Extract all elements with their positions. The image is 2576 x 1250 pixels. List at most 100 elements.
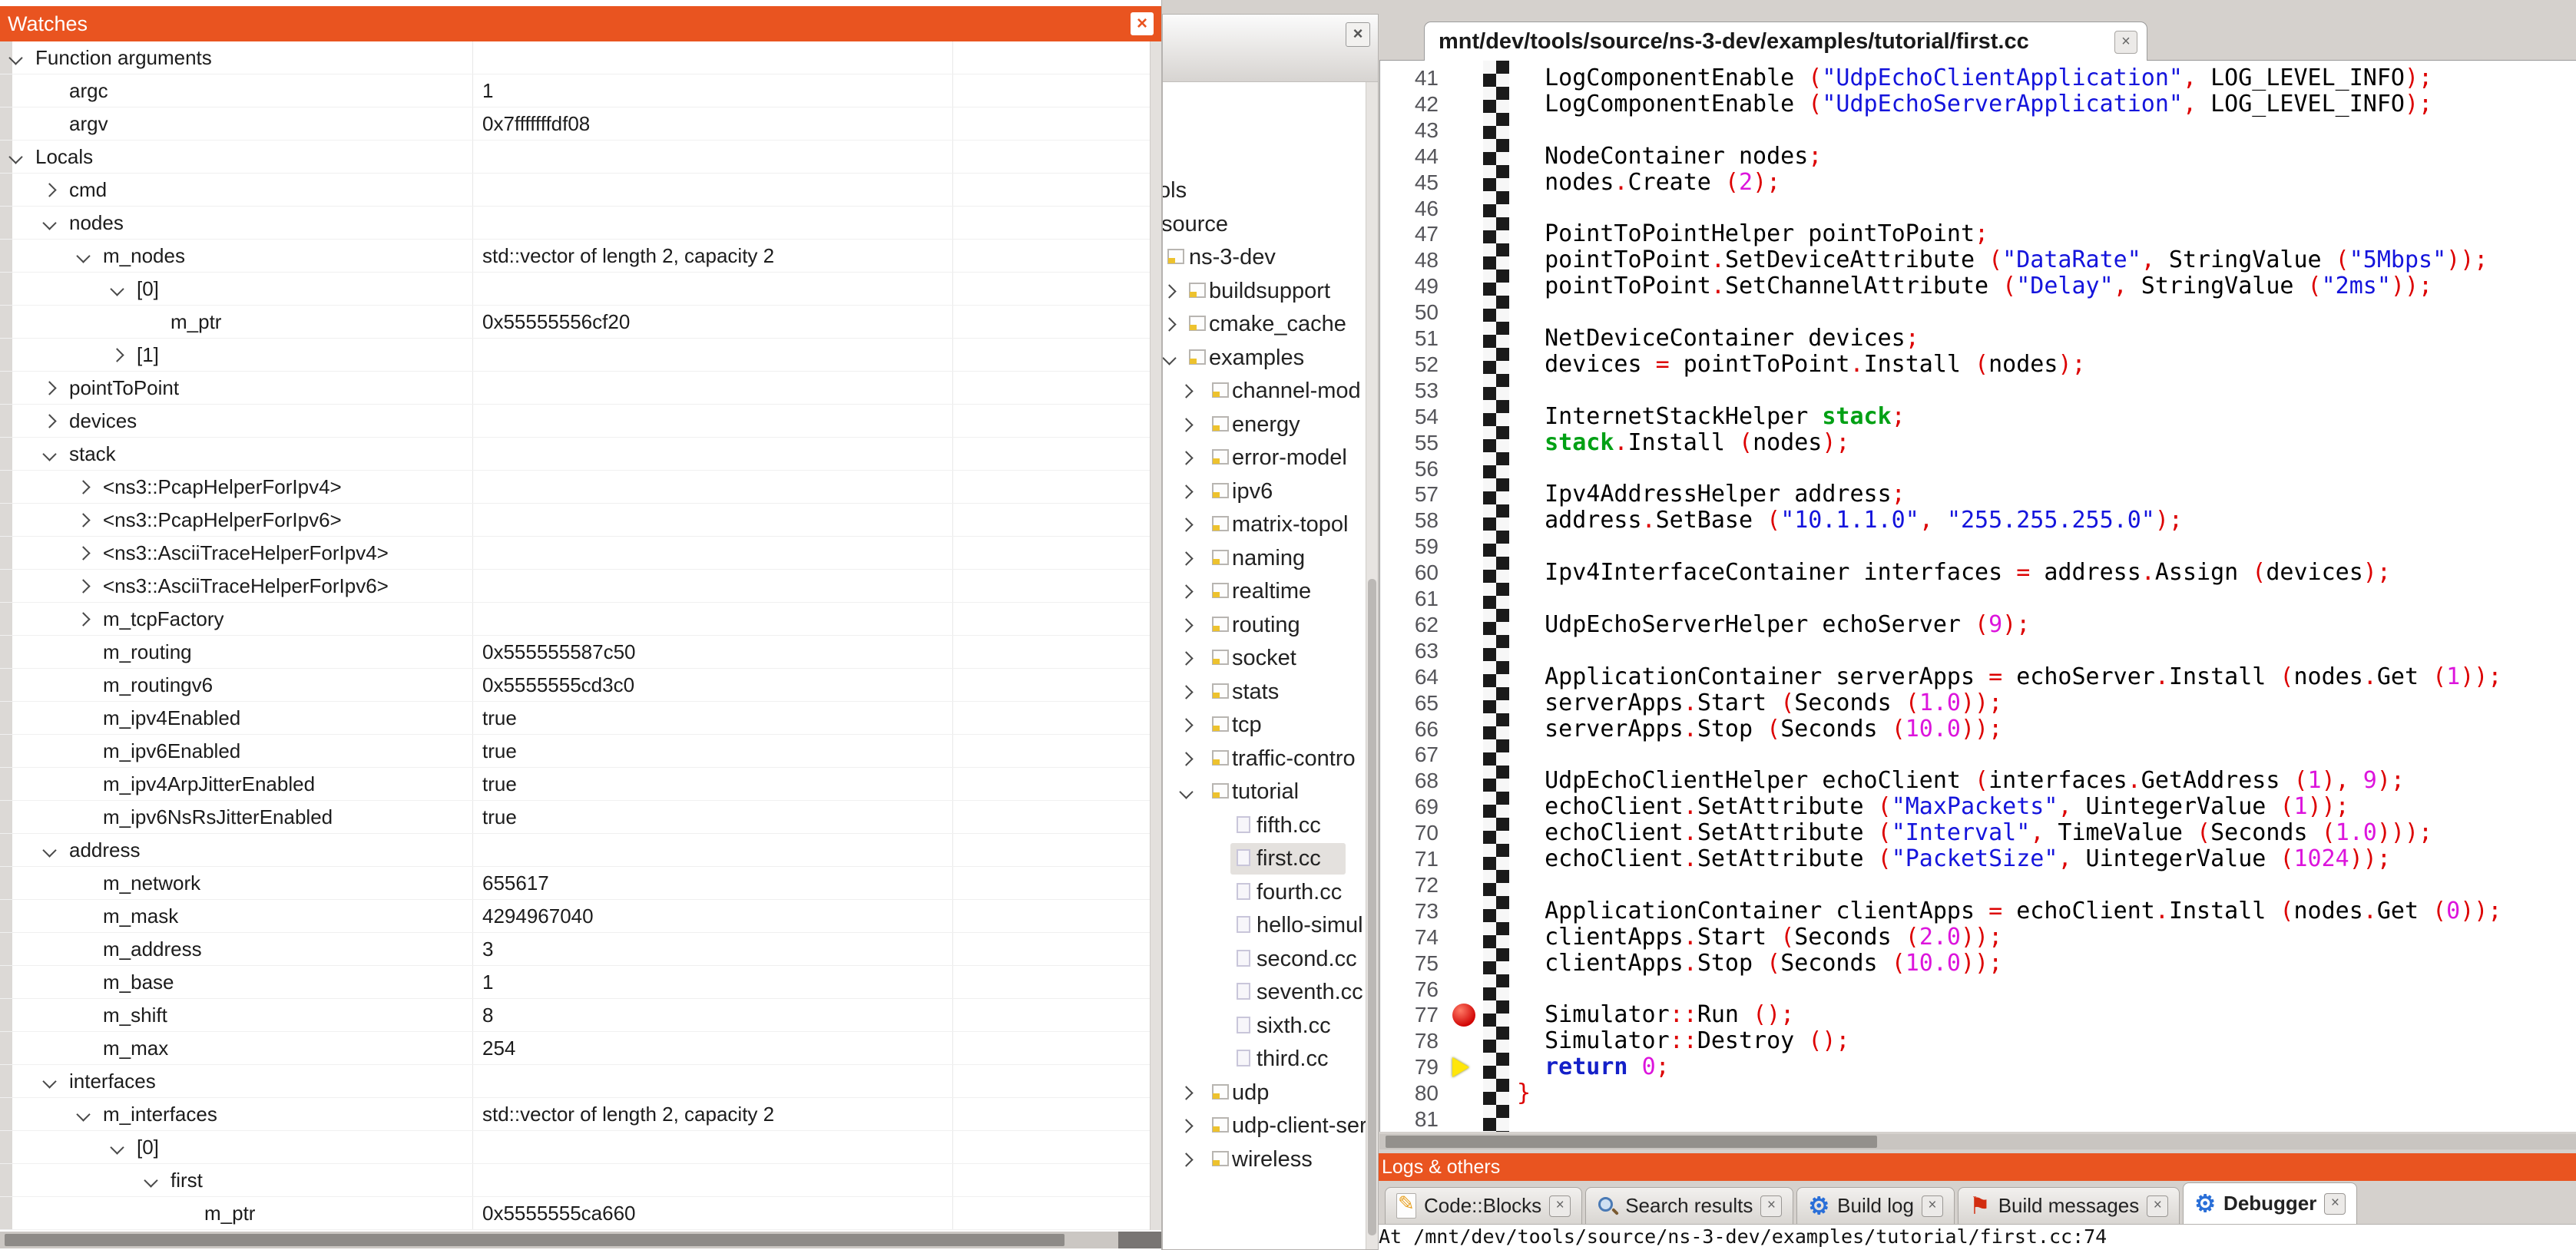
chevron-right-icon[interactable]: [42, 414, 56, 428]
code-line-57[interactable]: 57 Ipv4AddressHelper address;: [1380, 481, 2576, 508]
watch-row-interfaces[interactable]: interfaces: [0, 1065, 1161, 1098]
tree-item-channel-mod[interactable]: channel-mod: [1163, 375, 1366, 408]
code-line-48[interactable]: 48 pointToPoint.SetDeviceAttribute ("Dat…: [1380, 247, 2576, 273]
watch-row-address[interactable]: address: [0, 834, 1161, 867]
breakpoint-marker[interactable]: [1452, 1002, 1483, 1028]
line-number[interactable]: 77: [1380, 1002, 1439, 1028]
editor-tab[interactable]: mnt/dev/tools/source/ns-3-dev/examples/t…: [1424, 21, 2147, 61]
watch-row-pointtopoint[interactable]: pointToPoint: [0, 372, 1161, 405]
watch-row-m-base[interactable]: m_base1: [0, 966, 1161, 999]
chevron-down-icon[interactable]: [8, 51, 22, 64]
watch-row-argv[interactable]: argv0x7fffffffdf08: [0, 107, 1161, 141]
watch-row-nodes[interactable]: nodes: [0, 207, 1161, 240]
tree-item-energy[interactable]: energy: [1163, 408, 1366, 441]
chevron-right-icon[interactable]: [76, 480, 90, 494]
line-number[interactable]: 51: [1380, 326, 1439, 352]
watch-row--0-[interactable]: [0]: [0, 1131, 1161, 1164]
line-number[interactable]: 58: [1380, 508, 1439, 534]
close-icon[interactable]: ×: [2324, 1193, 2346, 1215]
chevron-down-icon[interactable]: [110, 1140, 124, 1154]
code-line-75[interactable]: 75 clientApps.Stop (Seconds (10.0));: [1380, 951, 2576, 977]
line-number[interactable]: 81: [1380, 1106, 1439, 1132]
line-number[interactable]: 62: [1380, 612, 1439, 638]
code-line-54[interactable]: 54 InternetStackHelper stack;: [1380, 404, 2576, 430]
watch-row-m-mask[interactable]: m_mask4294967040: [0, 900, 1161, 933]
tree-item-second-cc[interactable]: second.cc: [1163, 943, 1366, 976]
tree-item-stats[interactable]: stats: [1163, 676, 1366, 709]
line-number[interactable]: 44: [1380, 144, 1439, 170]
line-number[interactable]: 68: [1380, 768, 1439, 794]
watches-scrollbar-handle[interactable]: [5, 1234, 1065, 1246]
chevron-down-icon[interactable]: [76, 1107, 90, 1121]
line-number[interactable]: 50: [1380, 299, 1439, 326]
chevron-right-icon[interactable]: [1179, 1086, 1193, 1100]
tree-item-buildsupport[interactable]: buildsupport: [1163, 275, 1366, 308]
line-number[interactable]: 66: [1380, 716, 1439, 742]
tree-item-fifth-cc[interactable]: fifth.cc: [1163, 809, 1366, 842]
line-number[interactable]: 55: [1380, 430, 1439, 456]
chevron-right-icon[interactable]: [1179, 1152, 1193, 1166]
code-line-79[interactable]: 79 return 0;: [1380, 1054, 2576, 1080]
log-tab-debugger[interactable]: ⚙Debugger×: [2183, 1182, 2357, 1224]
chevron-right-icon[interactable]: [1179, 384, 1193, 398]
code-line-46[interactable]: 46: [1380, 196, 2576, 222]
chevron-down-icon[interactable]: [42, 1074, 56, 1088]
watch-row-m-ipv4arpjitterenabled[interactable]: m_ipv4ArpJitterEnabledtrue: [0, 768, 1161, 801]
line-number[interactable]: 47: [1380, 221, 1439, 247]
tree-item-socket[interactable]: socket: [1163, 642, 1366, 675]
code-line-55[interactable]: 55 stack.Install (nodes);: [1380, 430, 2576, 456]
line-number[interactable]: 63: [1380, 638, 1439, 664]
tree-item-udp[interactable]: udp: [1163, 1076, 1366, 1109]
code-line-44[interactable]: 44 NodeContainer nodes;: [1380, 144, 2576, 170]
watch-row-locals[interactable]: Locals: [0, 141, 1161, 174]
code-line-62[interactable]: 62 UdpEchoServerHelper echoServer (9);: [1380, 612, 2576, 638]
watch-row-m-ptr[interactable]: m_ptr0x5555555ca660: [0, 1197, 1161, 1230]
line-number[interactable]: 52: [1380, 352, 1439, 378]
line-number[interactable]: 60: [1380, 560, 1439, 586]
watch-row-stack[interactable]: stack: [0, 438, 1161, 471]
tree-item-naming[interactable]: naming: [1163, 542, 1366, 575]
code-line-76[interactable]: 76: [1380, 977, 2576, 1003]
code-line-81[interactable]: 81: [1380, 1106, 2576, 1132]
watch-row-m-nodes[interactable]: m_nodesstd::vector of length 2, capacity…: [0, 240, 1161, 273]
tree-item-udp-client-ser[interactable]: udp-client-ser: [1163, 1109, 1366, 1143]
line-number[interactable]: 78: [1380, 1028, 1439, 1054]
tree-item-ns-3-dev[interactable]: ns-3-dev: [1163, 241, 1366, 274]
close-icon[interactable]: ×: [1549, 1195, 1571, 1217]
code-line-53[interactable]: 53: [1380, 378, 2576, 404]
watch-row-m-max[interactable]: m_max254: [0, 1032, 1161, 1065]
tree-item-routing[interactable]: routing: [1163, 609, 1366, 642]
tree-item-first-cc[interactable]: first.cc: [1163, 842, 1366, 875]
chevron-down-icon[interactable]: [42, 216, 56, 230]
chevron-right-icon[interactable]: [1179, 484, 1193, 498]
tree-item-tcp[interactable]: tcp: [1163, 709, 1366, 742]
line-number[interactable]: 71: [1380, 846, 1439, 872]
close-icon[interactable]: ×: [1760, 1195, 1782, 1217]
tree-scrollbar-handle[interactable]: [1368, 579, 1376, 1235]
line-number[interactable]: 70: [1380, 820, 1439, 846]
line-number[interactable]: 56: [1380, 456, 1439, 482]
watch-row--ns3-pcaphelperforipv4-[interactable]: <ns3::PcapHelperForIpv4>: [0, 471, 1161, 504]
chevron-down-icon[interactable]: [1163, 351, 1177, 365]
chevron-down-icon[interactable]: [1179, 785, 1193, 799]
watch-row-cmd[interactable]: cmd: [0, 174, 1161, 207]
code-line-58[interactable]: 58 address.SetBase ("10.1.1.0", "255.255…: [1380, 508, 2576, 534]
close-icon[interactable]: ×: [1346, 22, 1370, 47]
chevron-right-icon[interactable]: [76, 546, 90, 560]
log-tab-build-messages[interactable]: ⚑Build messages×: [1958, 1187, 2180, 1224]
code-line-49[interactable]: 49 pointToPoint.SetChannelAttribute ("De…: [1380, 273, 2576, 299]
tree-item-wireless[interactable]: wireless: [1163, 1143, 1366, 1176]
watch-row--1-[interactable]: [1]: [0, 339, 1161, 372]
chevron-right-icon[interactable]: [76, 513, 90, 527]
line-number[interactable]: 67: [1380, 742, 1439, 768]
code-line-41[interactable]: 41 LogComponentEnable ("UdpEchoClientApp…: [1380, 65, 2576, 91]
code-line-59[interactable]: 59: [1380, 534, 2576, 560]
watch-row-m-ipv6enabled[interactable]: m_ipv6Enabledtrue: [0, 735, 1161, 768]
code-line-73[interactable]: 73 ApplicationContainer clientApps = ech…: [1380, 898, 2576, 924]
line-number[interactable]: 73: [1380, 898, 1439, 924]
watch-row--ns3-asciitracehelperforipv4-[interactable]: <ns3::AsciiTraceHelperForIpv4>: [0, 537, 1161, 570]
close-icon[interactable]: ×: [1131, 12, 1154, 35]
chevron-right-icon[interactable]: [42, 381, 56, 395]
tree-item-fourth-cc[interactable]: fourth.cc: [1163, 876, 1366, 909]
chevron-right-icon[interactable]: [1179, 1119, 1193, 1133]
